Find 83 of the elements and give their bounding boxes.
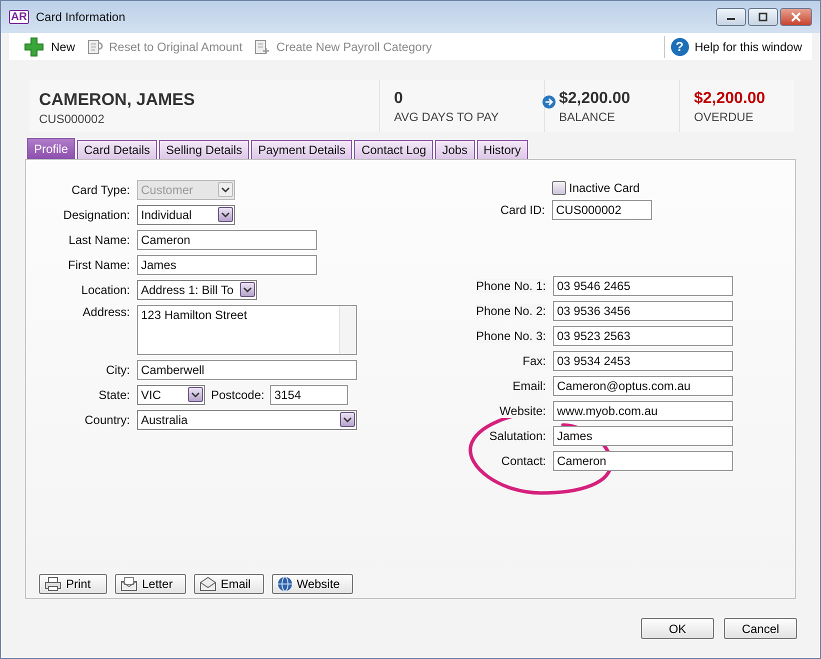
toolbar-button[interactable]: New bbox=[17, 36, 82, 56]
tab[interactable]: History bbox=[476, 140, 528, 159]
close-icon bbox=[790, 12, 802, 22]
input-field[interactable]: Cameron bbox=[137, 230, 317, 250]
address-field[interactable]: 123 Hamilton Street bbox=[137, 305, 357, 355]
action-button[interactable]: Email bbox=[194, 574, 264, 594]
globe-icon bbox=[276, 576, 293, 592]
field-label: Location: bbox=[80, 282, 131, 296]
dialog-button[interactable]: OK bbox=[641, 618, 714, 639]
window-title: Card Information bbox=[36, 10, 126, 24]
action-button[interactable]: Print bbox=[39, 574, 107, 594]
action-button[interactable]: Website bbox=[272, 574, 353, 594]
input-field[interactable]: Cameron bbox=[553, 450, 733, 470]
customer-id: CUS000002 bbox=[39, 112, 106, 126]
checkbox-label: Inactive Card bbox=[569, 181, 640, 195]
field-label: Phone No. 2: bbox=[476, 304, 546, 318]
field-label: Last Name: bbox=[68, 232, 131, 246]
field-label: Contact: bbox=[501, 454, 546, 468]
stat-label: BALANCE bbox=[559, 110, 616, 124]
field-label: State: bbox=[98, 388, 131, 402]
field-label: Phone No. 3: bbox=[476, 328, 546, 342]
input-field[interactable]: CUS000002 bbox=[552, 200, 652, 220]
field-label: Postcode: bbox=[210, 388, 266, 402]
input-field[interactable]: Cameron@optus.com.au bbox=[553, 376, 733, 396]
action-button[interactable]: Letter bbox=[115, 574, 186, 594]
field-label: Email: bbox=[512, 378, 546, 392]
tab[interactable]: Contact Log bbox=[354, 140, 434, 159]
dropdown-field[interactable]: Individual bbox=[137, 204, 235, 224]
tab[interactable]: Selling Details bbox=[159, 140, 250, 159]
dropdown-field[interactable]: Australia bbox=[137, 410, 357, 430]
minimize-button[interactable] bbox=[716, 8, 746, 26]
dialog-button[interactable]: Cancel bbox=[724, 618, 797, 639]
app-logo: AR bbox=[9, 10, 29, 24]
stat-value: $2,200.00 bbox=[694, 90, 766, 108]
chevron-down-icon bbox=[191, 392, 200, 398]
field-label: City: bbox=[105, 362, 131, 376]
input-field[interactable]: 03 9534 2453 bbox=[553, 350, 733, 370]
input-field[interactable]: 03 9546 2465 bbox=[553, 276, 733, 296]
stat-value: 0 bbox=[394, 90, 403, 108]
tab[interactable]: Payment Details bbox=[251, 140, 352, 159]
input-field[interactable]: 03 9536 3456 bbox=[553, 300, 733, 320]
tab[interactable]: Profile bbox=[27, 138, 76, 159]
field-label: Designation: bbox=[62, 208, 131, 222]
field-label: Card Type: bbox=[70, 182, 131, 196]
help-button[interactable]: ? Help for this window bbox=[664, 38, 808, 56]
letter-icon bbox=[120, 576, 138, 592]
field-label: Phone No. 1: bbox=[476, 278, 546, 292]
plus-icon bbox=[23, 36, 45, 56]
field-label: Website: bbox=[500, 404, 546, 418]
help-icon: ? bbox=[670, 38, 689, 56]
input-field[interactable]: Camberwell bbox=[137, 360, 357, 380]
document-plus-icon bbox=[254, 38, 270, 54]
arrow-icon[interactable] bbox=[542, 95, 556, 109]
field-label: Salutation: bbox=[489, 428, 546, 442]
chevron-down-icon bbox=[221, 186, 230, 192]
chevron-down-icon bbox=[343, 416, 352, 422]
printer-icon bbox=[44, 576, 62, 592]
field-label: Country: bbox=[84, 412, 131, 426]
tab[interactable]: Card Details bbox=[77, 140, 158, 159]
input-field[interactable]: 3154 bbox=[270, 384, 348, 404]
envelope-icon bbox=[198, 576, 217, 592]
field-label: Card ID: bbox=[499, 203, 546, 217]
input-field[interactable]: James bbox=[553, 426, 733, 446]
maximize-button[interactable] bbox=[748, 8, 778, 26]
checkbox[interactable] bbox=[552, 181, 566, 195]
field-label: First Name: bbox=[66, 258, 131, 272]
tab[interactable]: Jobs bbox=[435, 140, 475, 159]
document-icon bbox=[87, 38, 104, 54]
field-label: Address: bbox=[82, 305, 131, 319]
close-button[interactable] bbox=[780, 8, 812, 26]
dropdown-field[interactable]: VIC bbox=[137, 384, 205, 404]
chevron-down-icon bbox=[221, 212, 230, 218]
dropdown-field[interactable]: Address 1: Bill To bbox=[137, 280, 257, 300]
input-field[interactable]: 03 9523 2563 bbox=[553, 326, 733, 346]
customer-name: CAMERON, JAMES bbox=[39, 90, 196, 110]
field-label: Fax: bbox=[522, 354, 546, 368]
chevron-down-icon bbox=[243, 286, 252, 292]
maximize-icon bbox=[757, 12, 769, 22]
input-field[interactable]: www.myob.com.au bbox=[553, 400, 733, 420]
input-field[interactable]: James bbox=[137, 254, 317, 274]
stat-value: $2,200.00 bbox=[559, 90, 630, 108]
stat-label: AVG DAYS TO PAY bbox=[394, 110, 500, 124]
stat-label: OVERDUE bbox=[694, 110, 754, 124]
